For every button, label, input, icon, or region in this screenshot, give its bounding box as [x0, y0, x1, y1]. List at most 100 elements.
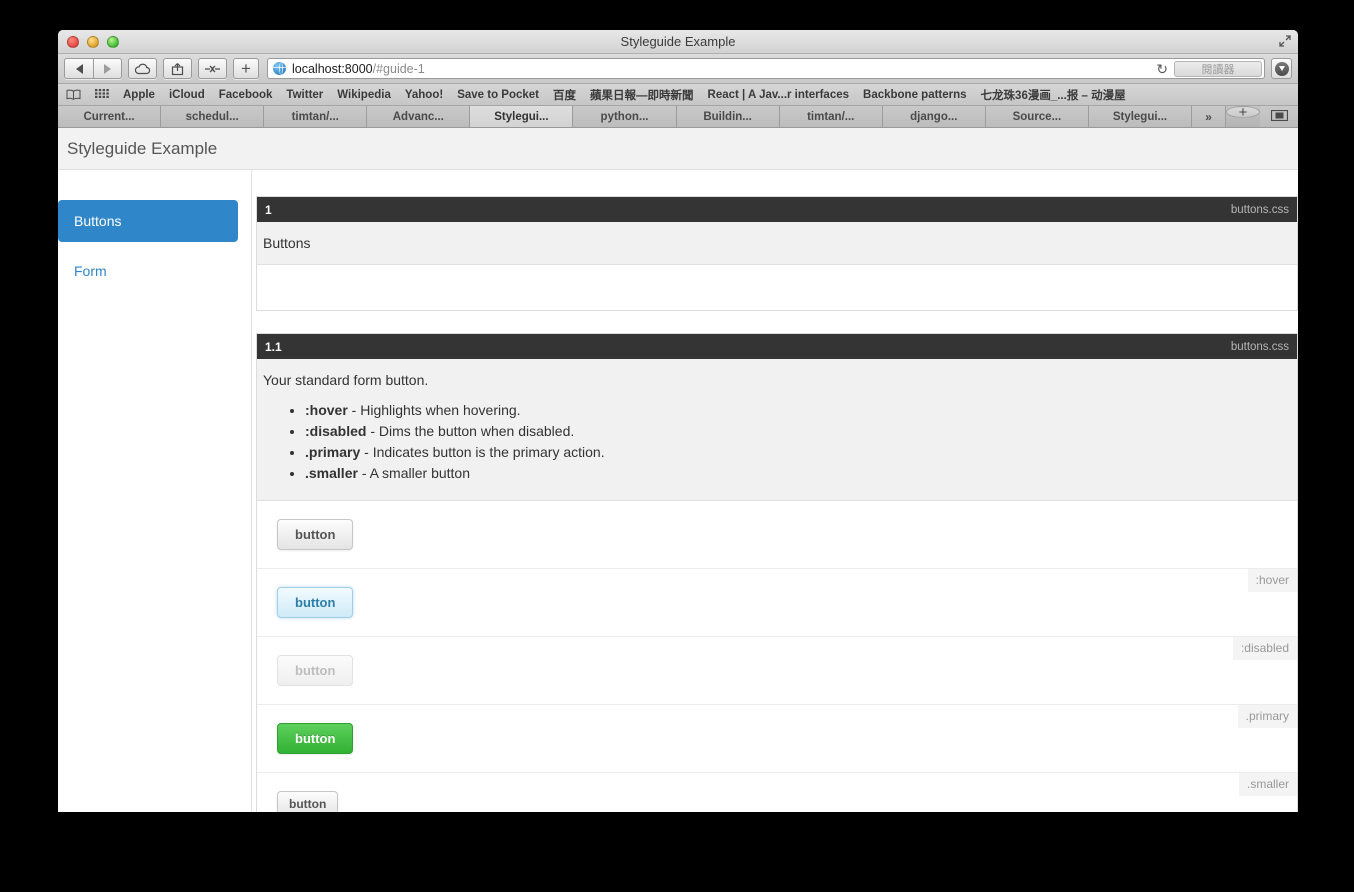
tab-5[interactable]: python... — [573, 106, 677, 127]
demo-button-hover[interactable]: button — [277, 587, 354, 618]
modifier-label-smaller: .smaller — [1238, 773, 1297, 796]
navigation-buttons — [64, 58, 122, 79]
tab-0[interactable]: Current... — [58, 106, 162, 127]
section-heading-text: Buttons — [263, 235, 311, 251]
section-source-file: buttons.css — [1230, 340, 1289, 353]
demo-button-default[interactable]: button — [277, 519, 354, 550]
plus-icon: + — [1238, 103, 1248, 121]
page-body: Buttons Form 1 buttons.css Buttons 1.1 b… — [58, 170, 1298, 812]
bookmark-baidu[interactable]: 百度 — [553, 87, 576, 103]
bookmark-wikipedia[interactable]: Wikipedia — [337, 89, 391, 101]
section-1-header: 1 buttons.css — [257, 197, 1297, 222]
modifier-label-hover: :hover — [1247, 569, 1297, 592]
tab-overview-icon — [1270, 109, 1288, 124]
example-row-hover: button :hover — [257, 569, 1297, 637]
bookmark-yahoo[interactable]: Yahoo! — [405, 89, 443, 101]
styleguide-content: 1 buttons.css Buttons 1.1 buttons.css Yo… — [252, 170, 1298, 812]
modifier-desc: - A smaller button — [357, 465, 470, 481]
plus-icon: + — [241, 58, 251, 78]
forward-button[interactable] — [93, 58, 122, 79]
list-item: .primary - Indicates button is the prima… — [305, 444, 1297, 460]
modifier-name: .primary — [305, 444, 361, 460]
sidebar-item-buttons[interactable]: Buttons — [58, 200, 238, 242]
modifier-desc: - Indicates button is the primary action… — [360, 444, 605, 460]
new-tab-button[interactable]: + — [233, 58, 259, 79]
tab-bar: Current... schedul... timtan/... Advanc.… — [58, 103, 1298, 128]
bookmark-react[interactable]: React | A Jav...r interfaces — [708, 89, 850, 101]
tab-overview-button[interactable] — [1260, 106, 1298, 127]
modifier-list: :hover - Highlights when hovering. :disa… — [305, 402, 1297, 481]
modifier-name: :disabled — [305, 423, 367, 439]
demo-button-smaller[interactable]: button — [277, 791, 339, 812]
example-row-disabled: button :disabled — [257, 637, 1297, 705]
window-titlebar: Styleguide Example — [58, 30, 1298, 54]
modifier-desc: - Dims the button when disabled. — [366, 423, 575, 439]
section-1-1-description: Your standard form button. :hover - High… — [257, 359, 1297, 501]
browser-toolbar: + localhost:8000 /#guide-1 ↻ 閱讀器 — [58, 54, 1298, 84]
tab-4-active[interactable]: Stylegui... — [470, 106, 574, 127]
url-path: /#guide-1 — [372, 61, 425, 76]
styleguide-header: Styleguide Example — [58, 128, 1298, 170]
expand-icon[interactable] — [1278, 34, 1292, 48]
list-item: .smaller - A smaller button — [305, 465, 1297, 481]
example-row-smaller: button .smaller — [257, 773, 1297, 812]
section-1-description: Buttons — [257, 222, 1297, 265]
tab-10[interactable]: Stylegui... — [1088, 106, 1193, 127]
modifier-desc: - Highlights when hovering. — [347, 402, 521, 418]
list-item: :hover - Highlights when hovering. — [305, 402, 1297, 418]
show-all-tabs-icon — [205, 65, 220, 72]
bookmarks-bar: Apple iCloud Facebook Twitter Wikipedia … — [58, 84, 1298, 106]
modifier-name: :hover — [305, 402, 348, 418]
tab-8[interactable]: django... — [882, 106, 986, 127]
section-1-1: 1.1 buttons.css Your standard form butto… — [256, 333, 1298, 812]
tab-9[interactable]: Source... — [985, 106, 1089, 127]
downloads-button[interactable] — [1271, 58, 1292, 79]
modifier-label-disabled: :disabled — [1232, 637, 1297, 660]
bookmark-save-to-pocket[interactable]: Save to Pocket — [457, 89, 539, 101]
section-number: 1.1 — [265, 339, 282, 354]
sidebar-item-form[interactable]: Form — [58, 250, 238, 292]
share-button[interactable] — [163, 58, 192, 79]
share-icon — [171, 62, 184, 75]
browser-window: Styleguide Example + localhost:8000 /#gu… — [58, 30, 1298, 812]
reload-icon[interactable]: ↻ — [1156, 61, 1168, 77]
tab-2[interactable]: timtan/... — [264, 106, 368, 127]
book-icon[interactable] — [66, 89, 81, 100]
page-viewport: Styleguide Example Buttons Form 1 button… — [58, 128, 1298, 812]
bookmark-apple[interactable]: Apple — [123, 89, 155, 101]
page-title: Styleguide Example — [67, 138, 218, 158]
section-source-file: buttons.css — [1230, 203, 1289, 216]
bookmark-apple-daily[interactable]: 蘋果日報—即時新聞 — [590, 87, 694, 103]
section-heading-text: Your standard form button. — [263, 372, 429, 388]
bookmark-dragonball[interactable]: 七龙珠36漫画_...报 – 动漫屋 — [981, 87, 1126, 103]
address-bar[interactable]: localhost:8000 /#guide-1 ↻ 閱讀器 — [267, 58, 1265, 79]
demo-button-disabled[interactable]: button — [277, 655, 354, 686]
tab-1[interactable]: schedul... — [161, 106, 265, 127]
tab-overflow-button[interactable]: » — [1192, 106, 1227, 127]
bookmark-backbone-patterns[interactable]: Backbone patterns — [863, 89, 967, 101]
bookmark-facebook[interactable]: Facebook — [219, 89, 273, 101]
back-button[interactable] — [64, 58, 93, 79]
forward-arrow-icon — [104, 63, 111, 74]
downloads-icon — [1274, 61, 1289, 76]
cloud-icon — [134, 63, 151, 74]
top-sites-grid-icon[interactable] — [95, 89, 109, 100]
styleguide-sidebar: Buttons Form — [58, 170, 252, 812]
tab-7[interactable]: timtan/... — [779, 106, 883, 127]
example-row-primary: button .primary — [257, 705, 1297, 773]
bookmark-twitter[interactable]: Twitter — [286, 89, 323, 101]
section-1-1-header: 1.1 buttons.css — [257, 334, 1297, 359]
icloud-tabs-button[interactable] — [128, 58, 157, 79]
bookmark-icloud[interactable]: iCloud — [169, 89, 205, 101]
section-number: 1 — [265, 202, 272, 217]
tab-3[interactable]: Advanc... — [367, 106, 471, 127]
tab-6[interactable]: Buildin... — [676, 106, 780, 127]
example-row-default: button — [257, 501, 1297, 569]
url-host: localhost:8000 — [292, 61, 373, 76]
reader-button[interactable]: 閱讀器 — [1174, 61, 1262, 77]
globe-icon — [273, 62, 286, 75]
tab-bar-new-tab-button[interactable]: + — [1226, 103, 1261, 121]
list-item: :disabled - Dims the button when disable… — [305, 423, 1297, 439]
demo-button-primary[interactable]: button — [277, 723, 354, 754]
show-all-tabs-button[interactable] — [198, 58, 227, 79]
